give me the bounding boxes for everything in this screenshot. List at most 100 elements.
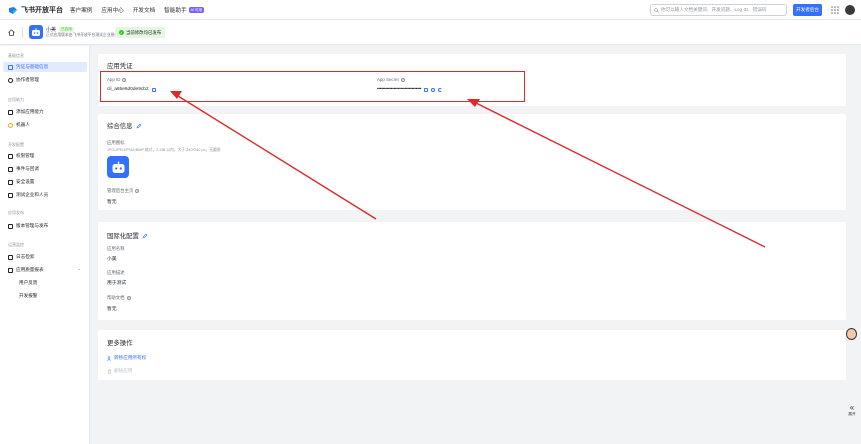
brand-logo[interactable]: 飞书开放平台	[8, 5, 63, 15]
sidebar-group-release: 应用发布	[8, 210, 24, 215]
key-icon	[8, 153, 13, 159]
chevron-up-icon: ⌃	[77, 267, 81, 273]
user-avatar[interactable]	[845, 5, 855, 15]
home-icon[interactable]	[8, 29, 15, 36]
help-doc-value: 暂无	[107, 307, 117, 312]
admin-home-label: 管理后台主页 ?	[107, 188, 140, 194]
user-icon	[8, 77, 13, 83]
sidebar-group-basic: 基础信息	[8, 53, 24, 58]
general-info-title: 综合信息	[107, 121, 142, 130]
apps-grid-icon[interactable]	[831, 6, 839, 14]
report-icon	[8, 267, 13, 273]
sidebar-item-permissions[interactable]: 权限管理	[3, 151, 87, 161]
general-info-card: 综合信息 应用图标 JPG/JPEG/PNG/BMP 格式，2 MB 以内，大于…	[98, 114, 846, 210]
robot-icon	[32, 27, 40, 36]
expand-label: 展开	[848, 412, 856, 416]
sidebar-item-collaborators[interactable]: 协作者管理	[3, 75, 87, 85]
sidebar-item-label: 权限管理	[16, 153, 35, 158]
edit-icon[interactable]	[136, 123, 142, 129]
more-actions-card: 更多操作 转移应用所有权 删除应用	[98, 330, 846, 380]
app-icon-upload[interactable]	[107, 156, 129, 178]
general-info-title-text: 综合信息	[107, 123, 133, 130]
nav-app-center[interactable]: 应用中心	[101, 6, 123, 14]
sidebar-item-label: 添加应用能力	[16, 109, 44, 114]
app-title: 小美 已启用	[46, 26, 74, 33]
sidebar-group-monitoring: 运营监控	[8, 242, 24, 247]
sidebar-item-alerts[interactable]: 开发报警	[3, 291, 87, 301]
help-icon[interactable]: ?	[135, 189, 140, 193]
status-badge: 已启用	[59, 27, 74, 32]
top-navbar: 飞书开放平台 客户案例 应用中心 开发文档 智能助手 AI 可用 你可以输入文档…	[0, 0, 861, 20]
sidebar-item-security[interactable]: 安全设置	[3, 177, 87, 187]
sidebar-item-events[interactable]: 事件与回调	[3, 164, 87, 174]
sidebar-item-label: 应用质量报表	[16, 267, 44, 272]
sidebar-item-label: 版本管理与发布	[16, 223, 49, 228]
app-desc-value: 用于测试	[107, 281, 127, 286]
sidebar-group-capabilities: 应用能力	[8, 97, 24, 102]
delete-app-text: 删除应用	[114, 368, 133, 373]
credentials-title: 应用凭证	[107, 63, 133, 70]
app-icon-label: 应用图标	[107, 140, 125, 145]
app-name: 小美	[46, 27, 57, 33]
nav-dev-docs[interactable]: 开发文档	[133, 6, 155, 14]
sidebar-group-dev-config: 开发配置	[8, 142, 24, 147]
transfer-icon	[107, 355, 111, 361]
app-header: 小美 已启用 正式应用版本由飞书开放平台测试企业授权 ✓ 当前修改均已发布	[0, 20, 861, 45]
app-description: 正式应用版本由飞书开放平台测试企业授权	[46, 33, 119, 37]
robot-icon	[112, 161, 124, 173]
double-chevron-left-icon: «	[849, 403, 855, 412]
sidebar-item-logs[interactable]: 日志检索	[3, 252, 87, 262]
transfer-ownership-text: 转移应用所有权	[114, 355, 147, 360]
app-icon-hint: JPG/JPEG/PNG/BMP 格式，2 MB 以内，大于 240*240 p…	[107, 148, 221, 152]
assistant-avatar[interactable]	[846, 328, 857, 340]
search-placeholder: 你可以输入文档关键词、开发问题、Log ID、错误码	[661, 7, 767, 12]
nav-assistant[interactable]: 智能助手 AI 可用	[164, 6, 205, 14]
sidebar-item-credentials[interactable]: 凭证与基础信息	[3, 62, 87, 72]
publish-icon	[8, 223, 13, 229]
id-card-icon	[8, 64, 13, 70]
console-button[interactable]: 开发者后台	[793, 4, 822, 16]
sidebar-item-versions[interactable]: 版本管理与发布	[3, 221, 87, 231]
i18n-title: 国际化配置	[107, 231, 148, 240]
help-doc-label-text: 帮助文档	[107, 295, 125, 300]
sidebar: 基础信息 凭证与基础信息 协作者管理 应用能力 添加应用能力 机器人 开发配置 …	[0, 46, 90, 444]
log-icon	[8, 254, 13, 260]
app-avatar	[29, 25, 43, 39]
annotation-highlight-box	[100, 71, 525, 102]
sidebar-item-label: 凭证与基础信息	[16, 64, 49, 69]
check-circle-icon: ✓	[119, 30, 124, 35]
sidebar-item-add-capability[interactable]: 添加应用能力	[3, 107, 87, 117]
app-desc-label: 应用描述	[107, 270, 125, 275]
edit-icon[interactable]	[142, 233, 148, 239]
sidebar-item-bot[interactable]: 机器人	[3, 120, 87, 130]
admin-home-value: 暂无	[107, 200, 117, 205]
grid-plus-icon	[8, 109, 13, 115]
help-icon[interactable]: ?	[126, 296, 131, 300]
search-input[interactable]: 你可以输入文档关键词、开发问题、Log ID、错误码	[650, 4, 787, 16]
sidebar-item-label: 机器人	[16, 122, 30, 127]
sidebar-item-test-users[interactable]: 测试企业和人员	[3, 190, 87, 200]
shield-icon	[8, 179, 13, 185]
search-icon	[654, 7, 659, 13]
ai-badge: AI 可用	[188, 7, 205, 13]
sidebar-item-label: 事件与回调	[16, 166, 39, 171]
i18n-title-text: 国际化配置	[107, 233, 139, 240]
help-doc-label: 帮助文档 ?	[107, 295, 131, 301]
more-actions-title: 更多操作	[107, 340, 133, 347]
sidebar-item-label: 安全设置	[16, 179, 35, 184]
i18n-card: 国际化配置 应用名称 小美 应用描述 用于测试 帮助文档 ? 暂无	[98, 222, 846, 320]
sidebar-item-label: 协作者管理	[16, 77, 39, 82]
release-status-text: 当前修改均已发布	[126, 29, 162, 35]
transfer-ownership-link[interactable]: 转移应用所有权	[107, 355, 146, 361]
test-icon	[8, 192, 13, 198]
nav-customer-cases[interactable]: 客户案例	[70, 6, 92, 14]
header-divider	[22, 27, 23, 38]
sidebar-item-feedback[interactable]: 用户反馈	[3, 278, 87, 288]
nav-assistant-label: 智能助手	[164, 8, 187, 14]
sidebar-item-quality-report[interactable]: 应用质量报表 ⌃	[3, 265, 87, 275]
event-icon	[8, 166, 13, 172]
delete-app-link[interactable]: 删除应用	[107, 368, 132, 374]
top-nav: 客户案例 应用中心 开发文档 智能助手 AI 可用	[70, 6, 205, 14]
app-name-value: 小美	[107, 257, 117, 262]
expand-panel-button[interactable]: « 展开	[845, 404, 859, 422]
